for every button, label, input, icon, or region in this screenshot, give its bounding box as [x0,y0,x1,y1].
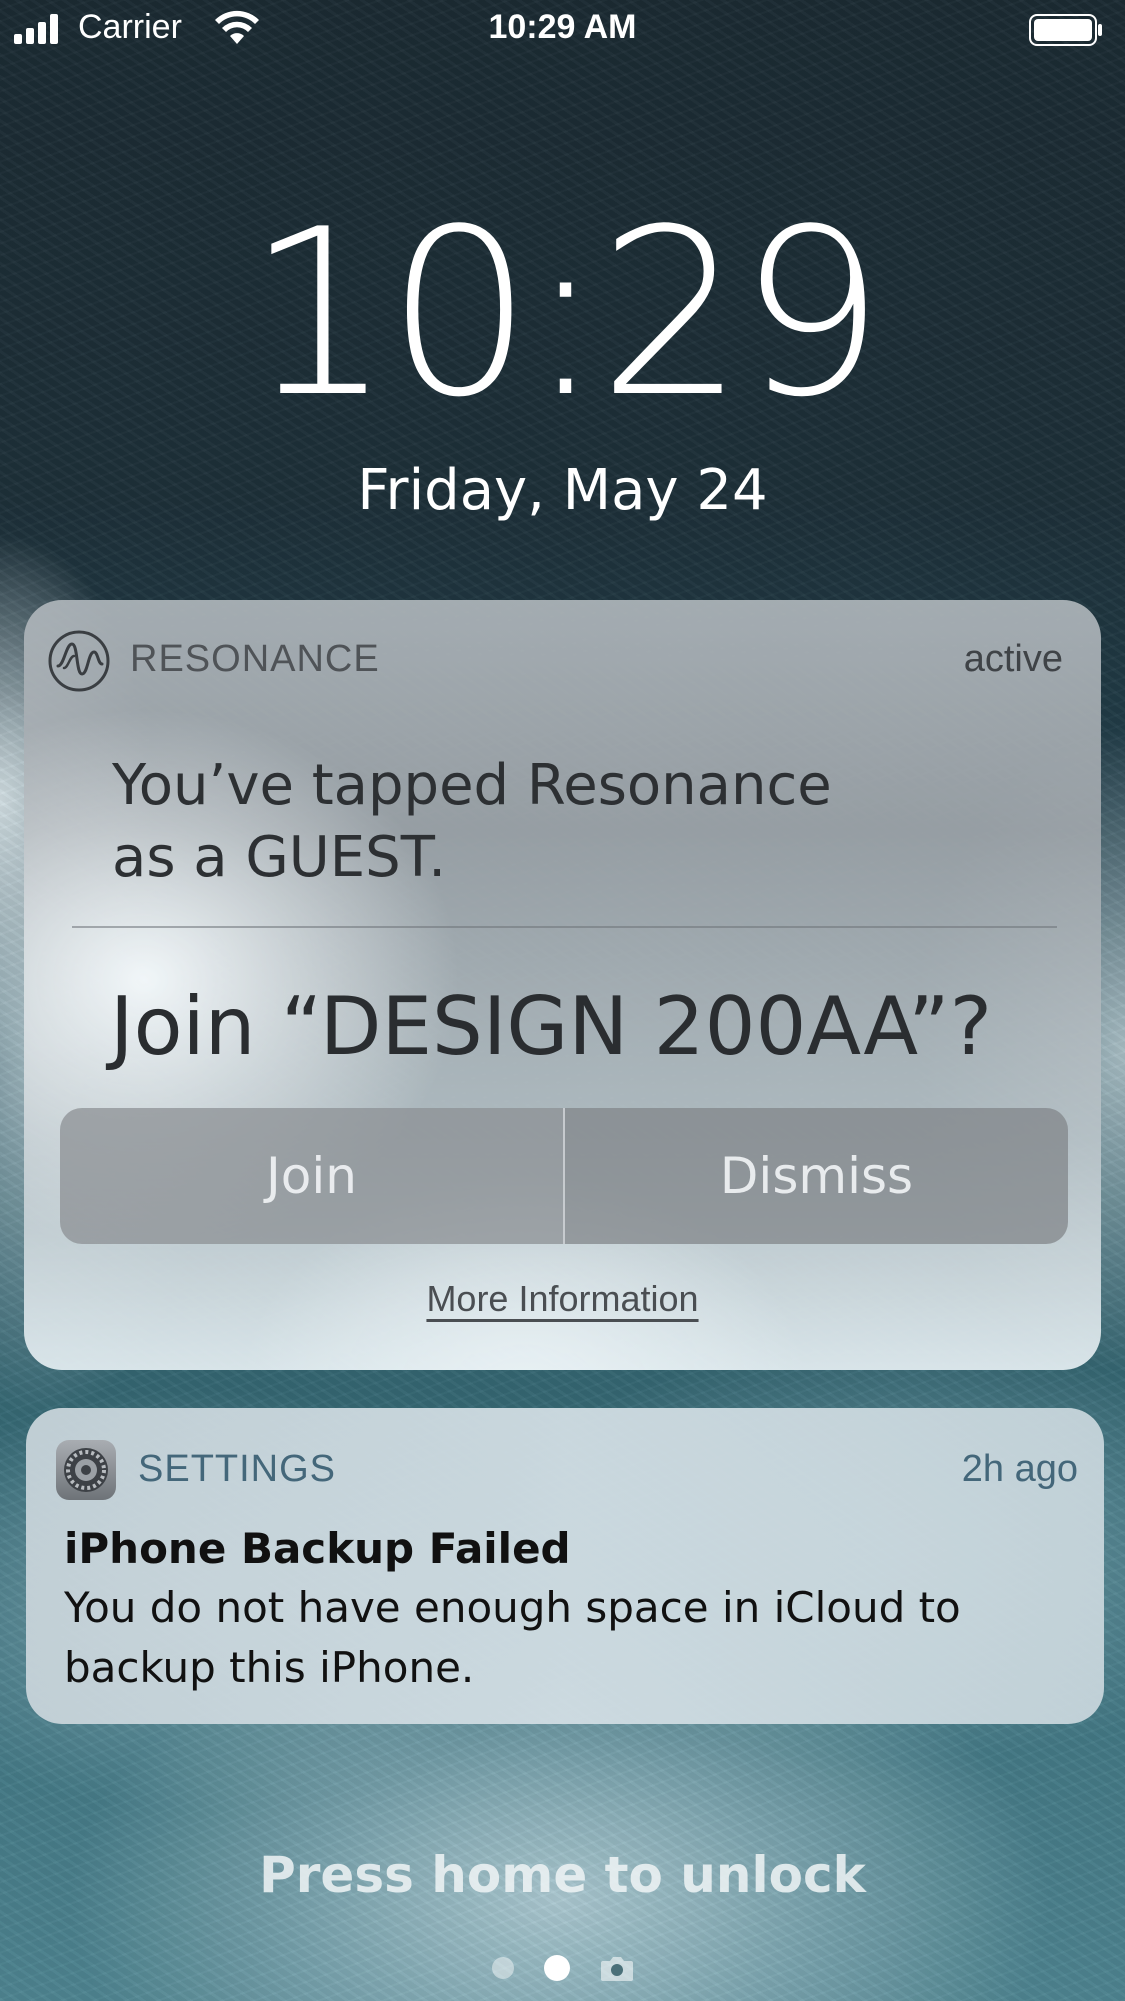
dismiss-button[interactable]: Dismiss [565,1108,1068,1244]
divider [72,926,1057,928]
join-button[interactable]: Join [60,1108,565,1244]
resonance-status: active [963,638,1063,680]
settings-notification-title: iPhone Backup Failed [64,1524,571,1573]
settings-app-name: SETTINGS [138,1448,337,1490]
settings-notification[interactable]: SETTINGS 2h ago iPhone Backup Failed You… [26,1408,1104,1724]
battery-icon [1029,14,1102,46]
action-button-group: Join Dismiss [60,1108,1068,1244]
settings-timestamp: 2h ago [961,1448,1078,1490]
settings-notification-body: You do not have enough space in iCloud t… [64,1583,961,1692]
page-dot [491,1957,514,1979]
unlock-hint: Press home to unlock [259,1846,866,1904]
lock-clock: 10:29 [246,181,885,448]
status-time: 10:29 AM [488,8,637,46]
resonance-app-name: RESONANCE [130,638,380,680]
page-dot-active [543,1955,570,1981]
settings-gear-icon [56,1440,116,1500]
more-information-container: More Information [24,1278,1101,1320]
camera-icon[interactable] [600,1954,634,1982]
resonance-message: You’ve tapped Resonance as a GUEST. [112,753,832,890]
page-indicator [0,1954,1125,1982]
more-information-link[interactable]: More Information [426,1278,698,1319]
resonance-notification[interactable]: RESONANCE active You’ve tapped Resonance… [24,600,1101,1370]
resonance-logo-icon [48,630,110,692]
status-bar: Carrier 10:29 AM [0,0,1125,60]
lock-date: Friday, May 24 [357,458,768,523]
join-prompt: Join “DESIGN 200AA”? [110,980,993,1073]
